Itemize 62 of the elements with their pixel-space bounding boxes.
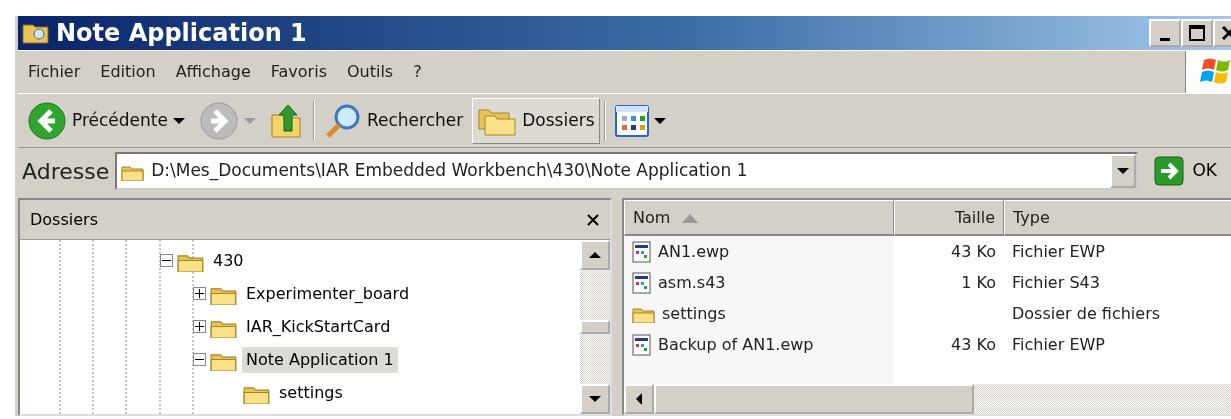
plus-icon [195, 289, 204, 298]
vertical-scrollbar[interactable] [580, 240, 610, 414]
folder-up-icon [270, 102, 304, 139]
menu-item[interactable]: Edition [90, 60, 166, 84]
menu-item[interactable]: Fichier [18, 60, 91, 84]
plus-icon [195, 322, 204, 331]
file-type: Fichier S43 [1012, 271, 1100, 294]
file-name[interactable]: settings [624, 298, 894, 329]
file-icon [632, 271, 652, 294]
scroll-thumb[interactable] [580, 320, 610, 334]
address-field[interactable]: D:\Mes_Documents\IAR Embedded Workbench\430\Note Application 1 [115, 152, 1139, 190]
menu-item[interactable]: Favoris [260, 60, 337, 84]
scroll-left-icon [635, 393, 643, 405]
caret-icon [589, 395, 601, 403]
expand-toggle[interactable] [193, 320, 206, 333]
close-icon [586, 212, 600, 227]
tree-item[interactable]: Note Application 1 [242, 346, 398, 373]
caret-icon [244, 116, 256, 125]
caret-icon [1117, 167, 1130, 175]
go-button[interactable]: OK [1144, 156, 1223, 186]
file-type: Dossier de fichiers [1012, 302, 1161, 325]
tree-item[interactable]: Experimenter_board [242, 280, 414, 307]
column-header[interactable]: Taille [894, 200, 1004, 236]
file-type: Fichier EWP [1012, 240, 1105, 263]
file-size: 43 Ko [951, 240, 996, 263]
dropdown-button[interactable] [1110, 154, 1137, 188]
file-icon [632, 240, 652, 263]
file-name[interactable]: Backup of AN1.ewp [624, 329, 894, 360]
column-header[interactable]: Nom [624, 200, 894, 236]
window-title: Note Application 1 [56, 18, 307, 49]
file-type: Fichier EWP [1012, 333, 1105, 356]
file-size: 43 Ko [951, 333, 996, 356]
maximize-button[interactable] [1181, 19, 1213, 47]
horizontal-scrollbar[interactable] [624, 384, 1231, 414]
column-header[interactable]: Type [1004, 200, 1231, 236]
tree-item[interactable]: IAR_KickStartCard [242, 313, 395, 340]
menu-item[interactable]: ? [403, 60, 432, 84]
back-button[interactable]: Précédente [22, 97, 190, 144]
folder-icon [22, 21, 50, 45]
search-button[interactable]: Rechercher [319, 97, 469, 144]
caret-icon [173, 116, 185, 125]
pane-title: Dossiers [30, 208, 98, 231]
address-label: Adresse [22, 157, 110, 186]
menu-item[interactable]: Outils [336, 60, 404, 84]
maximize-icon [1189, 25, 1205, 41]
scroll-up-icon [589, 251, 601, 259]
tree-item[interactable]: settings [275, 379, 347, 406]
file-name[interactable]: AN1.ewp [624, 236, 894, 267]
folders-button[interactable]: Dossiers [472, 97, 600, 144]
views-icon [614, 104, 649, 137]
minimize-icon [1160, 37, 1170, 41]
menu-item[interactable]: Affichage [165, 60, 261, 84]
file-size: 1 Ko [961, 271, 996, 294]
file-name[interactable]: asm.s43 [624, 267, 894, 298]
file-icon [632, 333, 652, 356]
collapse-toggle[interactable] [193, 353, 206, 366]
caret-icon [653, 116, 666, 125]
pane-close-button[interactable] [586, 212, 600, 227]
tree-item[interactable]: 430 [209, 247, 248, 274]
collapse-toggle[interactable] [160, 254, 173, 267]
minimize-button[interactable] [1149, 19, 1181, 47]
expand-toggle[interactable] [193, 287, 206, 300]
